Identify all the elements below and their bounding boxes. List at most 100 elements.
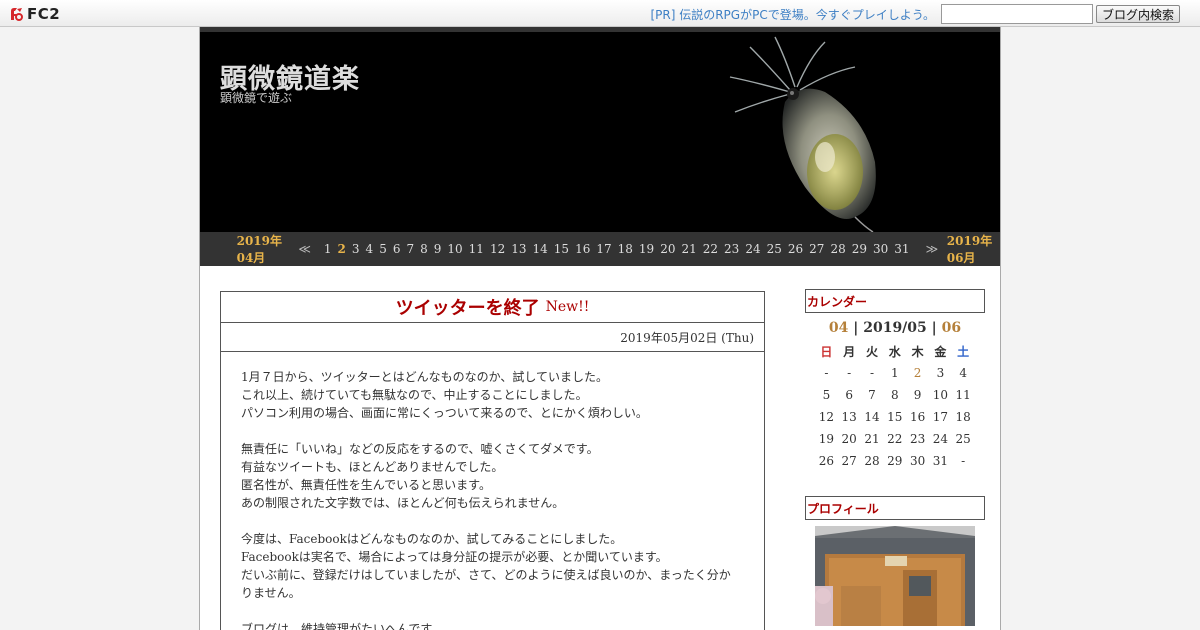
calendar-weekday: 水	[888, 344, 901, 359]
day-link[interactable]: 11	[469, 242, 484, 256]
day-link[interactable]: 31	[894, 242, 909, 256]
next-month-link[interactable]: 2019年06月	[947, 232, 1000, 266]
day-link[interactable]: 25	[767, 242, 782, 256]
calendar-day: 15	[887, 410, 903, 424]
day-link[interactable]: 18	[618, 242, 633, 256]
calendar-day: 17	[932, 410, 949, 424]
day-link[interactable]: 14	[533, 242, 548, 256]
day-link[interactable]: 9	[434, 242, 442, 256]
entry-text-line: 今度は、Facebookはどんなものなのか、試してみることにしました。	[241, 532, 623, 546]
day-link[interactable]: 22	[703, 242, 718, 256]
prev-month-link[interactable]: 2019年04月	[237, 232, 290, 266]
calendar-day[interactable]: 2	[906, 362, 929, 384]
calendar-day: 13	[841, 410, 857, 424]
day-link[interactable]: 21	[681, 242, 696, 256]
day-link[interactable]: 6	[393, 242, 401, 256]
daphnia-header-image	[729, 36, 876, 232]
entry-text-line: Facebookは実名で、場合によっては身分証の提示が必要、とか聞いています。	[241, 550, 668, 564]
entry-title-bar: ツイッターを終了 New!!	[221, 292, 764, 323]
calendar-heading: カレンダー	[805, 289, 985, 313]
calendar-day: 29	[887, 454, 903, 468]
blog-search-button[interactable]: ブログ内検索	[1096, 5, 1180, 23]
calendar-day: 8	[890, 388, 899, 402]
day-link[interactable]: 13	[511, 242, 526, 256]
profile-image	[815, 526, 975, 626]
calendar-next-link[interactable]: 06	[942, 320, 961, 336]
fc2-logo[interactable]: FC2	[8, 5, 60, 23]
day-link[interactable]: 27	[809, 242, 824, 256]
calendar-day: 28	[864, 454, 880, 468]
calendar-day: 18	[955, 410, 971, 424]
calendar-day: 5	[822, 388, 831, 402]
prev-arrow[interactable]: ≪	[298, 242, 311, 256]
sidebar: カレンダー 04 | 2019/05 | 06 日月火水木金土---123456…	[805, 289, 985, 626]
calendar-day: 1	[890, 366, 899, 380]
day-link[interactable]: 30	[873, 242, 888, 256]
calendar-day: 27	[841, 454, 857, 468]
day-link[interactable]: 15	[554, 242, 569, 256]
blog-description: 顕微鏡で遊ぶ	[220, 91, 293, 105]
day-link[interactable]: 17	[596, 242, 611, 256]
day-link[interactable]: 16	[575, 242, 590, 256]
entry-text-line: 無責任に「いいね」などの反応をするので、嘘くさくてダメです。	[241, 442, 599, 456]
day-link[interactable]: 8	[420, 242, 428, 256]
calendar-day: -	[961, 454, 966, 468]
day-link[interactable]: 28	[830, 242, 845, 256]
entry-text-line: パソコン利用の場合、画面に常にくっついて来るので、とにかく煩わしい。	[241, 406, 648, 420]
entry-body: 1月７日から、ツイッターとはどんなものなのか、試していました。 これ以上、続けてい…	[221, 352, 764, 630]
entry-text-line: ブログは、維持管理がたいへんです。	[241, 622, 444, 630]
day-link[interactable]: 19	[639, 242, 654, 256]
entry-text-line: 匿名性が、無責任性を生んでいると思います。	[241, 478, 491, 492]
day-link[interactable]: 26	[788, 242, 803, 256]
entry-text-line: りません。	[241, 586, 301, 600]
day-link[interactable]: 20	[660, 242, 675, 256]
day-link[interactable]: 7	[406, 242, 414, 256]
calendar-day: 22	[887, 432, 903, 446]
calendar-day: 4	[959, 366, 967, 380]
day-link[interactable]: 4	[366, 242, 374, 256]
day-link[interactable]: 3	[352, 242, 360, 256]
calendar-day: 26	[818, 454, 835, 468]
calendar-current-month: 2019/05	[863, 320, 927, 336]
calendar-day: -	[847, 366, 852, 380]
page-wrapper: 顕微鏡道楽 顕微鏡で遊ぶ 2019年04月 ≪ 1 2 3 4 5 6 7 8 …	[199, 27, 1001, 630]
calendar-day: 6	[845, 388, 854, 402]
day-link[interactable]: 2	[338, 242, 346, 256]
blog-search-input[interactable]	[941, 4, 1093, 24]
blog-header: 顕微鏡道楽 顕微鏡で遊ぶ	[200, 27, 1000, 232]
day-link[interactable]: 10	[447, 242, 462, 256]
calendar-day: 20	[841, 432, 857, 446]
entry-date: 2019年05月02日 (Thu)	[221, 323, 764, 352]
calendar-weekday: 金	[934, 344, 947, 359]
day-link[interactable]: 1	[324, 242, 332, 256]
calendar-day: 12	[818, 410, 835, 424]
day-link[interactable]: 5	[379, 242, 387, 256]
calendar-day: 23	[909, 432, 926, 446]
day-links: 1 2 3 4 5 6 7 8 9 10 11 12 13 14 15 16 17 18 19 20 21 22 23 24 2…	[324, 242, 916, 256]
day-link[interactable]: 24	[745, 242, 760, 256]
entry-title[interactable]: ツイッターを終了	[396, 294, 540, 320]
entry-text-line: 1月７日から、ツイッターとはどんなものなのか、試していました。	[241, 370, 609, 384]
day-link[interactable]: 29	[852, 242, 867, 256]
calendar-day: -	[869, 366, 875, 380]
calendar-day: 3	[936, 366, 945, 380]
next-arrow[interactable]: ≫	[926, 242, 939, 256]
calendar-day: -	[824, 366, 829, 380]
day-link[interactable]: 12	[490, 242, 505, 256]
day-link[interactable]: 23	[724, 242, 739, 256]
date-navigation: 2019年04月 ≪ 1 2 3 4 5 6 7 8 9 10 11 12 13 14 15 16 17 18 19…	[200, 232, 1000, 266]
entry-text-line: 有益なツイートも、ほとんどありませんでした。	[241, 460, 504, 474]
calendar-day: 21	[864, 432, 880, 446]
pr-ad-link[interactable]: [PR] 伝説のRPGがPCで登場。今すぐプレイしよう。	[650, 6, 935, 23]
fc2-toolbar: FC2 [PR] 伝説のRPGがPCで登場。今すぐプレイしよう。 ブログ内検索	[0, 0, 1200, 27]
calendar-day: 16	[909, 410, 926, 424]
calendar-day: 7	[868, 388, 876, 402]
calendar-weekday: 土	[957, 344, 970, 359]
calendar-prev-link[interactable]: 04	[829, 320, 848, 336]
fc2-logo-icon	[11, 8, 23, 21]
calendar-day: 11	[955, 388, 971, 402]
calendar-table: 日月火水木金土 - - -1 2 3 4 5 6 7 8 9 10 11 12 13 14 15 16 17 18 19 2…	[815, 340, 975, 472]
